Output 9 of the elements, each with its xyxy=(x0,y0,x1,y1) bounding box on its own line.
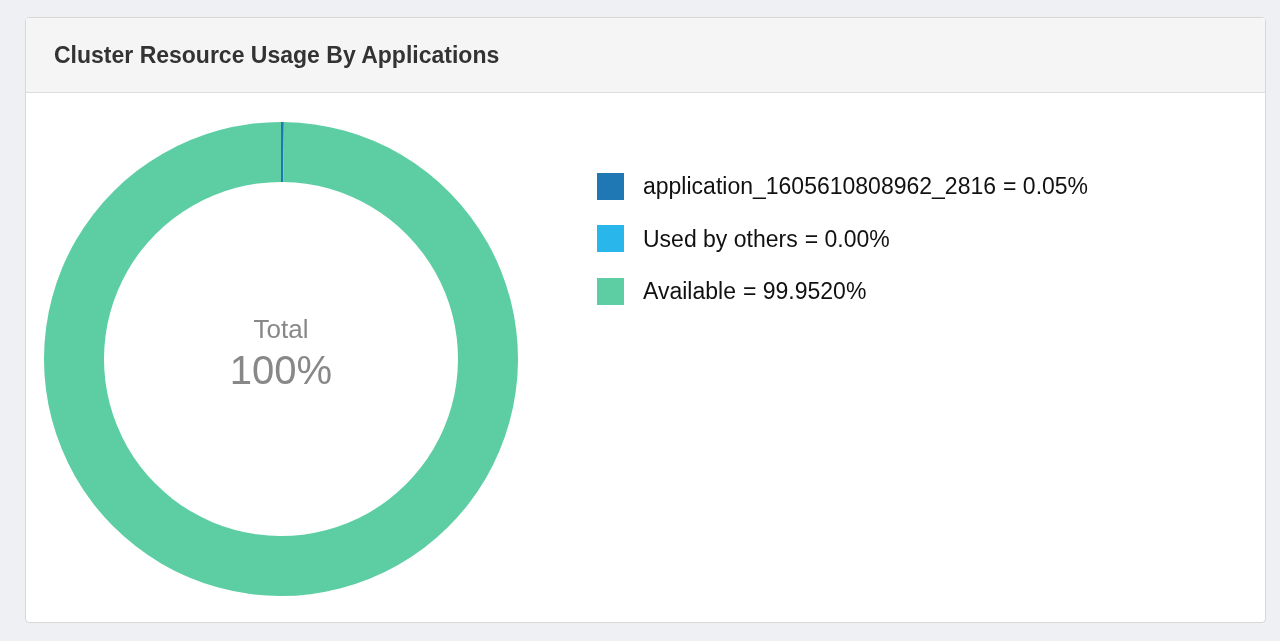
legend-value: = 0.05% xyxy=(1003,172,1089,201)
legend-label: Used by others xyxy=(643,224,798,254)
center-label: Total xyxy=(253,312,309,346)
panel-title: Cluster Resource Usage By Applications xyxy=(54,40,500,70)
legend-value: = 99.9520% xyxy=(742,277,867,306)
center-value: 100% xyxy=(229,347,333,395)
legend-value: = 0.00% xyxy=(804,224,890,254)
legend-label: Available xyxy=(643,277,736,306)
legend-label: application_1605610808962_2816 xyxy=(643,172,996,201)
